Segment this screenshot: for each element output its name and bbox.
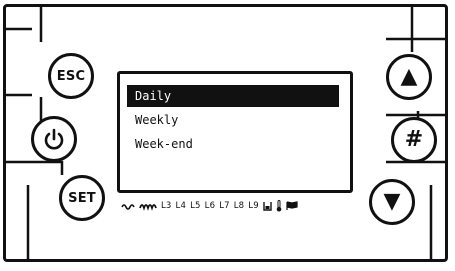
- menu-item-label: Daily: [135, 89, 172, 103]
- menu-item-week-end[interactable]: Week-end: [127, 133, 339, 155]
- flag-icon: [286, 201, 298, 211]
- control-panel: ESC SET ▲ # ▼ Daily Weekly Week-end L3 L…: [3, 4, 448, 262]
- level-indicator: L3: [161, 201, 172, 211]
- lcd-screen: Daily Weekly Week-end: [117, 71, 353, 193]
- fan-icon: [121, 202, 135, 210]
- set-label: SET: [68, 190, 96, 206]
- power-icon: [44, 128, 64, 150]
- up-arrow-icon: ▲: [400, 64, 418, 89]
- hash-icon: #: [404, 127, 424, 152]
- menu-item-label: Week-end: [135, 137, 193, 151]
- status-indicators: L3 L4 L5 L6 L7 L8 L9: [121, 198, 346, 214]
- level-indicator: L4: [175, 201, 187, 211]
- tank-icon: [263, 201, 272, 211]
- down-arrow-icon: ▼: [383, 189, 401, 214]
- level-indicator: L5: [190, 201, 201, 211]
- hash-button[interactable]: #: [391, 117, 437, 163]
- up-button[interactable]: ▲: [386, 54, 432, 100]
- menu-item-weekly[interactable]: Weekly: [127, 109, 339, 131]
- menu-item-label: Weekly: [135, 113, 179, 127]
- level-indicator: L8: [233, 201, 245, 211]
- level-indicator: L6: [204, 201, 216, 211]
- thermometer-icon: [276, 200, 282, 212]
- level-indicator: L7: [219, 201, 230, 211]
- level-indicator: L9: [248, 201, 259, 211]
- down-button[interactable]: ▼: [369, 179, 415, 225]
- esc-label: ESC: [56, 68, 86, 84]
- esc-button[interactable]: ESC: [48, 53, 94, 99]
- heating-element-icon: [139, 201, 157, 211]
- power-button[interactable]: [31, 116, 77, 162]
- menu-item-daily[interactable]: Daily: [127, 85, 339, 107]
- set-button[interactable]: SET: [59, 175, 105, 221]
